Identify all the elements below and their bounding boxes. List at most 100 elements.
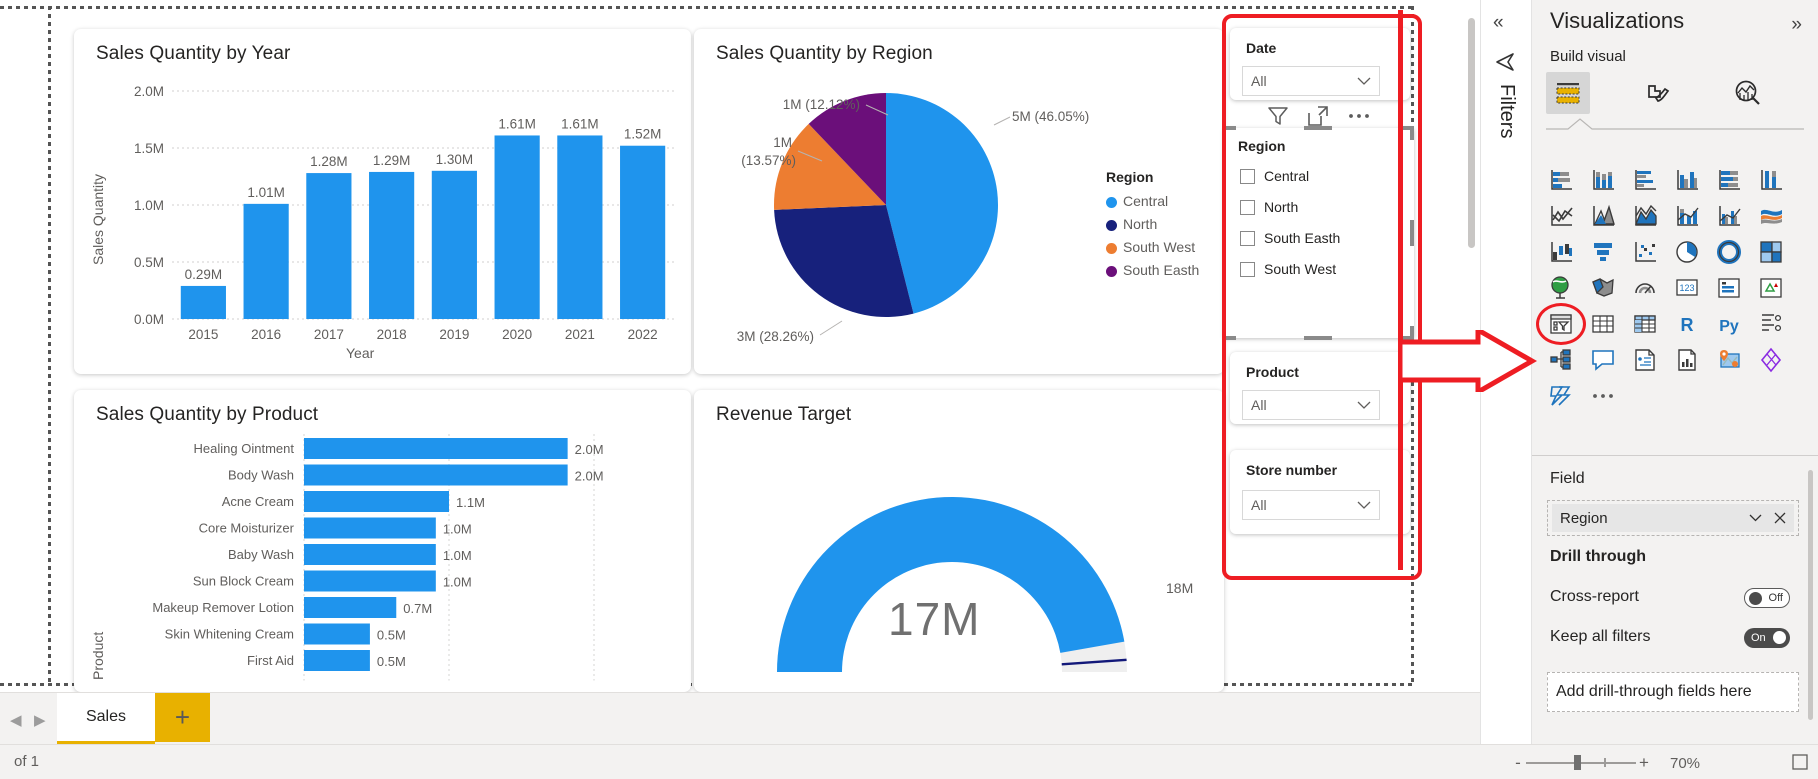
- legend-item-central[interactable]: Central: [1106, 193, 1168, 209]
- y-axis-tick: 0.5M: [134, 255, 164, 270]
- line-and-clustered-column-chart-icon[interactable]: [1712, 199, 1746, 233]
- collapse-panel-icon[interactable]: «: [1493, 12, 1504, 34]
- table-icon[interactable]: [1586, 307, 1620, 341]
- clustered-bar-chart-icon[interactable]: [1628, 163, 1662, 197]
- zoom-control[interactable]: - + 70%: [1510, 753, 1700, 773]
- visual-header-toolbar[interactable]: [1266, 104, 1372, 128]
- legend-item-south-west[interactable]: South West: [1106, 239, 1195, 255]
- power-automate-icon[interactable]: [1544, 379, 1578, 413]
- panel-scrollbar[interactable]: [1808, 470, 1813, 720]
- field-chip-region[interactable]: Region: [1552, 504, 1794, 532]
- x-axis-tick: 2021: [565, 327, 595, 342]
- map-icon[interactable]: [1544, 271, 1578, 305]
- add-page-button[interactable]: +: [155, 693, 210, 742]
- filters-pane-icon[interactable]: [1495, 52, 1517, 72]
- kpi-icon[interactable]: [1754, 271, 1788, 305]
- legend-title: Region: [1106, 169, 1153, 185]
- matrix-icon[interactable]: [1628, 307, 1662, 341]
- x-axis-tick: 2017: [314, 327, 344, 342]
- zoom-out-button[interactable]: -: [1510, 753, 1526, 773]
- r-script-visual-icon[interactable]: R: [1670, 307, 1704, 341]
- bar-data-label: 2.0M: [575, 442, 604, 457]
- slicer-date-dropdown[interactable]: All: [1242, 66, 1380, 96]
- x-axis-tick: 2015: [188, 327, 218, 342]
- slicer-store-dropdown[interactable]: All: [1242, 490, 1380, 520]
- focus-mode-icon[interactable]: [1306, 104, 1330, 128]
- slicer-date[interactable]: Date All: [1230, 28, 1410, 100]
- bar-data-label: 1.0M: [443, 548, 472, 563]
- scatter-chart-icon[interactable]: [1628, 235, 1662, 269]
- chevron-down-icon[interactable]: [1749, 514, 1762, 522]
- more-visuals-icon[interactable]: [1586, 379, 1620, 413]
- analytics-tab-icon: [1734, 80, 1762, 106]
- zoom-slider-thumb[interactable]: [1574, 755, 1581, 770]
- expand-panel-icon[interactable]: »: [1791, 14, 1802, 36]
- paginated-report-icon[interactable]: [1670, 343, 1704, 377]
- close-icon[interactable]: [1774, 512, 1786, 524]
- donut-chart-icon[interactable]: [1712, 235, 1746, 269]
- filled-map-icon[interactable]: [1586, 271, 1620, 305]
- stacked-column-chart-icon[interactable]: [1586, 163, 1620, 197]
- column-data-label: 1.01M: [247, 185, 285, 200]
- power-apps-icon[interactable]: [1754, 343, 1788, 377]
- multi-row-card-icon[interactable]: [1712, 271, 1746, 305]
- decomposition-tree-icon[interactable]: [1544, 343, 1578, 377]
- treemap-icon[interactable]: [1754, 235, 1788, 269]
- keep-all-filters-label: Keep all filters: [1550, 628, 1651, 646]
- key-influencers-icon[interactable]: [1754, 307, 1788, 341]
- tab-fields[interactable]: [1546, 72, 1590, 114]
- 100-stacked-column-chart-icon[interactable]: [1754, 163, 1788, 197]
- area-chart-icon[interactable]: [1586, 199, 1620, 233]
- slicer-product-dropdown[interactable]: All: [1242, 390, 1380, 420]
- tab-format[interactable]: [1636, 72, 1680, 114]
- fit-to-page-icon[interactable]: [1792, 754, 1808, 770]
- line-chart-icon[interactable]: [1544, 199, 1578, 233]
- drill-through-dropzone[interactable]: Add drill-through fields here: [1547, 672, 1799, 712]
- gauge-icon[interactable]: [1628, 271, 1662, 305]
- year-chart-plot: 0.0M0.5M1.0M1.5M2.0M0.29M20151.01M20161.…: [74, 29, 691, 374]
- slicer-product[interactable]: Product All: [1230, 352, 1410, 424]
- waterfall-chart-icon[interactable]: [1544, 235, 1578, 269]
- zoom-in-button[interactable]: +: [1636, 753, 1652, 773]
- visual-sales-quantity-by-region[interactable]: Sales Quantity by Region 5M (46.05%)3M (…: [694, 29, 1224, 374]
- slicer-group[interactable]: Date All: [1222, 14, 1422, 580]
- legend-item-north[interactable]: North: [1106, 216, 1157, 232]
- stacked-area-chart-icon[interactable]: [1628, 199, 1662, 233]
- visual-sales-quantity-by-year[interactable]: Sales Quantity by Year Sales Quantity 0.…: [74, 29, 691, 374]
- q-and-a-icon[interactable]: [1586, 343, 1620, 377]
- visual-type-grid[interactable]: 123RPy: [1544, 163, 1806, 415]
- field-well[interactable]: Region: [1547, 500, 1799, 536]
- canvas-scrollbar[interactable]: [1468, 18, 1475, 248]
- filters-pane-label[interactable]: Filters: [1495, 84, 1518, 138]
- stacked-bar-chart-icon[interactable]: [1544, 163, 1578, 197]
- visual-sales-quantity-by-product[interactable]: Sales Quantity by Product Product Healin…: [74, 390, 691, 692]
- prev-page-button[interactable]: ◀: [10, 711, 22, 729]
- slicer-store-number[interactable]: Store number All: [1230, 450, 1410, 534]
- arcgis-maps-icon[interactable]: [1712, 343, 1746, 377]
- ribbon-chart-icon[interactable]: [1754, 199, 1788, 233]
- legend-item-south-easth[interactable]: South Easth: [1106, 262, 1199, 278]
- narrative-icon[interactable]: [1628, 343, 1662, 377]
- 100-stacked-bar-chart-icon[interactable]: [1712, 163, 1746, 197]
- clustered-column-chart-icon[interactable]: [1670, 163, 1704, 197]
- page-tab-bar[interactable]: ◀ ▶ Sales +: [0, 692, 1480, 744]
- selection-handles[interactable]: [1222, 126, 1416, 340]
- filter-icon[interactable]: [1266, 104, 1290, 128]
- zoom-slider-track[interactable]: [1526, 762, 1636, 764]
- report-canvas[interactable]: Sales Quantity by Year Sales Quantity 0.…: [0, 0, 1480, 692]
- python-visual-icon[interactable]: Py: [1712, 307, 1746, 341]
- keep-all-filters-toggle[interactable]: On: [1744, 628, 1790, 648]
- pie-chart-icon[interactable]: [1670, 235, 1704, 269]
- line-and-stacked-column-chart-icon[interactable]: [1670, 199, 1704, 233]
- field-section-label: Field: [1550, 470, 1585, 488]
- column-bar: [432, 171, 477, 319]
- more-options-icon[interactable]: [1346, 104, 1372, 128]
- page-tab-sales[interactable]: Sales: [57, 693, 155, 745]
- funnel-chart-icon[interactable]: [1586, 235, 1620, 269]
- next-page-button[interactable]: ▶: [34, 711, 46, 729]
- visual-revenue-target[interactable]: Revenue Target 17M 18M: [694, 390, 1224, 692]
- cross-report-toggle[interactable]: Off: [1744, 588, 1790, 608]
- slicer-icon[interactable]: [1544, 307, 1578, 341]
- tab-analytics[interactable]: [1726, 72, 1770, 114]
- card-icon[interactable]: 123: [1670, 271, 1704, 305]
